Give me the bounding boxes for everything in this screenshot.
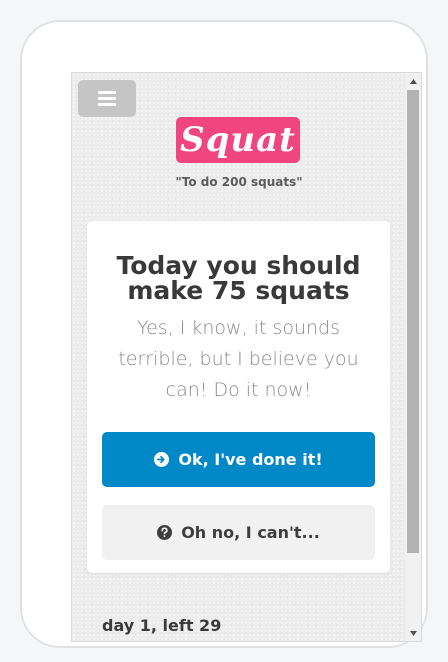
app-logo: Squat — [176, 117, 300, 163]
cant-button[interactable]: Oh no, I can't... — [102, 505, 375, 560]
cant-button-label: Oh no, I can't... — [181, 523, 320, 542]
app-tagline: "To do 200 squats" — [175, 175, 303, 189]
workout-card: Today you should make 75 squats Yes, I k… — [87, 221, 390, 573]
vertical-scrollbar[interactable] — [405, 73, 421, 641]
scroll-up-arrow-icon[interactable] — [405, 73, 421, 89]
done-button[interactable]: Ok, I've done it! — [102, 432, 375, 487]
question-circle-icon — [157, 525, 173, 540]
app-viewport: Squat "To do 200 squats" Today you shoul… — [71, 72, 422, 642]
scrollbar-thumb[interactable] — [407, 90, 419, 553]
hamburger-menu-icon — [98, 91, 116, 106]
arrow-circle-right-icon — [154, 452, 170, 467]
done-button-label: Ok, I've done it! — [178, 450, 323, 469]
progress-status: day 1, left 29 — [102, 616, 222, 635]
device-frame: Squat "To do 200 squats" Today you shoul… — [20, 20, 428, 648]
menu-button[interactable] — [78, 80, 136, 117]
workout-title: Today you should make 75 squats — [116, 251, 361, 305]
scroll-down-arrow-icon[interactable] — [405, 625, 421, 641]
encouragement-text: Yes, I know, it sounds terrible, but I b… — [118, 317, 359, 401]
